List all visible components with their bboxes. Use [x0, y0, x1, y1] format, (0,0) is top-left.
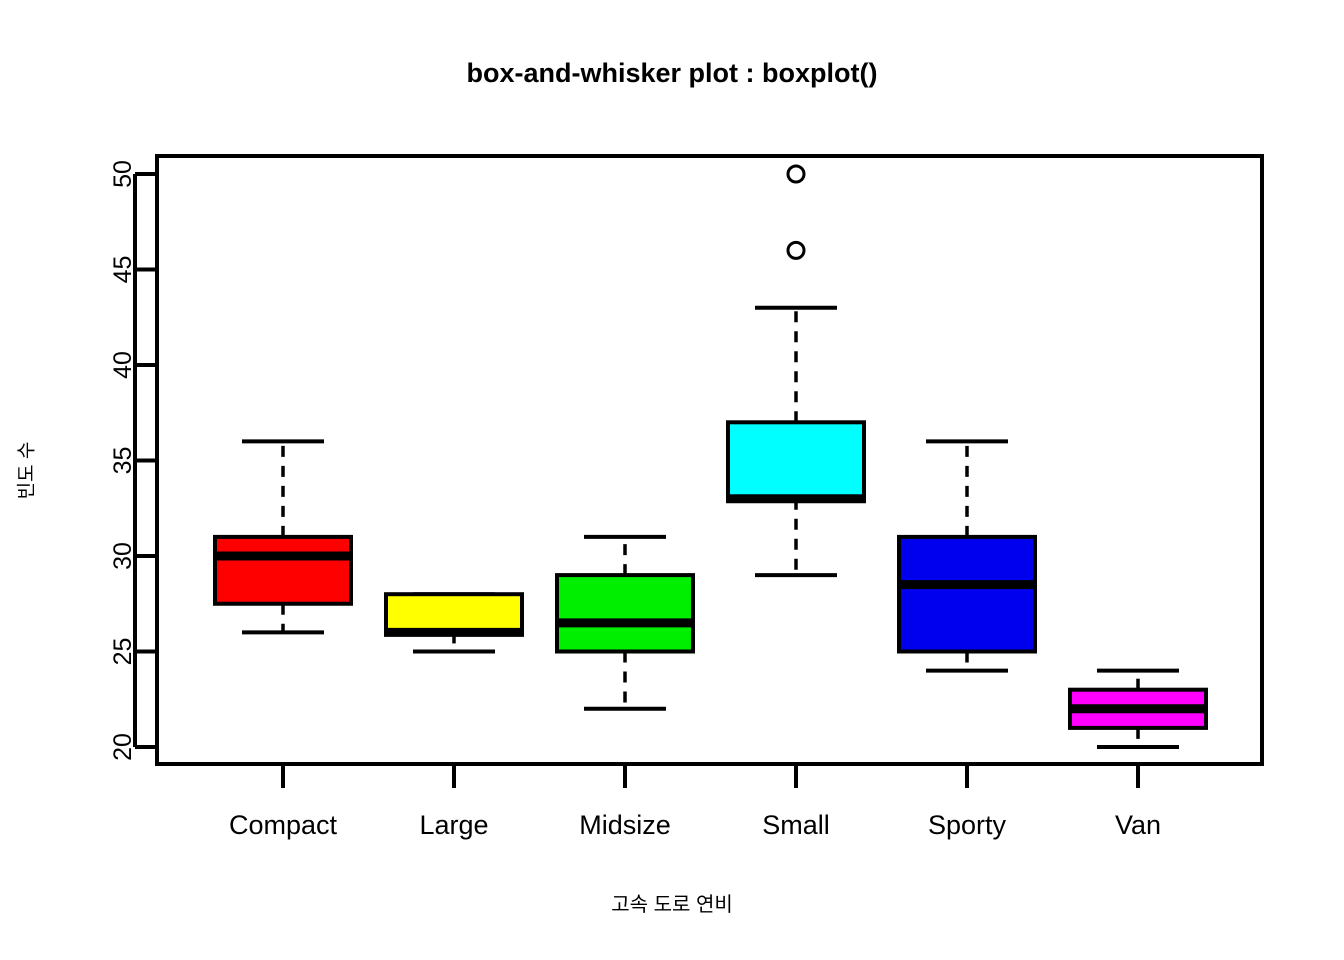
box-whisker-large [384, 592, 524, 654]
box-rect [897, 534, 1037, 654]
x-tick-label: Sporty [928, 810, 1007, 840]
box-whisker-sporty [897, 439, 1037, 673]
box-rect [384, 592, 524, 635]
x-tick-label: Van [1115, 810, 1161, 840]
x-tick-label: Midsize [579, 810, 671, 840]
box-whisker-compact [213, 439, 353, 635]
boxplot-figure: 20 25 30 35 40 45 50 Compact Large Midsize Small S… [109, 154, 1264, 840]
x-tick-label: Small [762, 810, 830, 840]
y-tick-label: 35 [109, 447, 137, 475]
x-tick-label: Compact [229, 810, 338, 840]
y-tick-label: 45 [109, 256, 137, 284]
y-tick-label: 50 [109, 160, 137, 188]
y-tick-label: 30 [109, 542, 137, 570]
outlier-point [786, 164, 806, 184]
x-tick-label: Large [419, 810, 488, 840]
box-whisker-van [1068, 668, 1208, 749]
y-axis: 20 25 30 35 40 45 50 [109, 160, 157, 761]
x-axis: Compact Large Midsize Small Sporty Van [157, 762, 1262, 840]
y-tick-label: 20 [109, 733, 137, 761]
plot-frame [155, 154, 1264, 766]
plot-canvas: box-and-whisker plot : boxplot() 빈도 수 고속… [0, 0, 1344, 960]
box-series [213, 164, 1208, 749]
box-rect [213, 534, 353, 606]
box-rect [726, 420, 866, 501]
y-tick-label: 25 [109, 638, 137, 666]
y-tick-label: 40 [109, 351, 137, 379]
outlier-point [786, 240, 806, 260]
box-whisker-small [726, 164, 866, 578]
box-whisker-midsize [555, 534, 695, 711]
box-rect [555, 573, 695, 654]
plot-border [155, 154, 1264, 766]
